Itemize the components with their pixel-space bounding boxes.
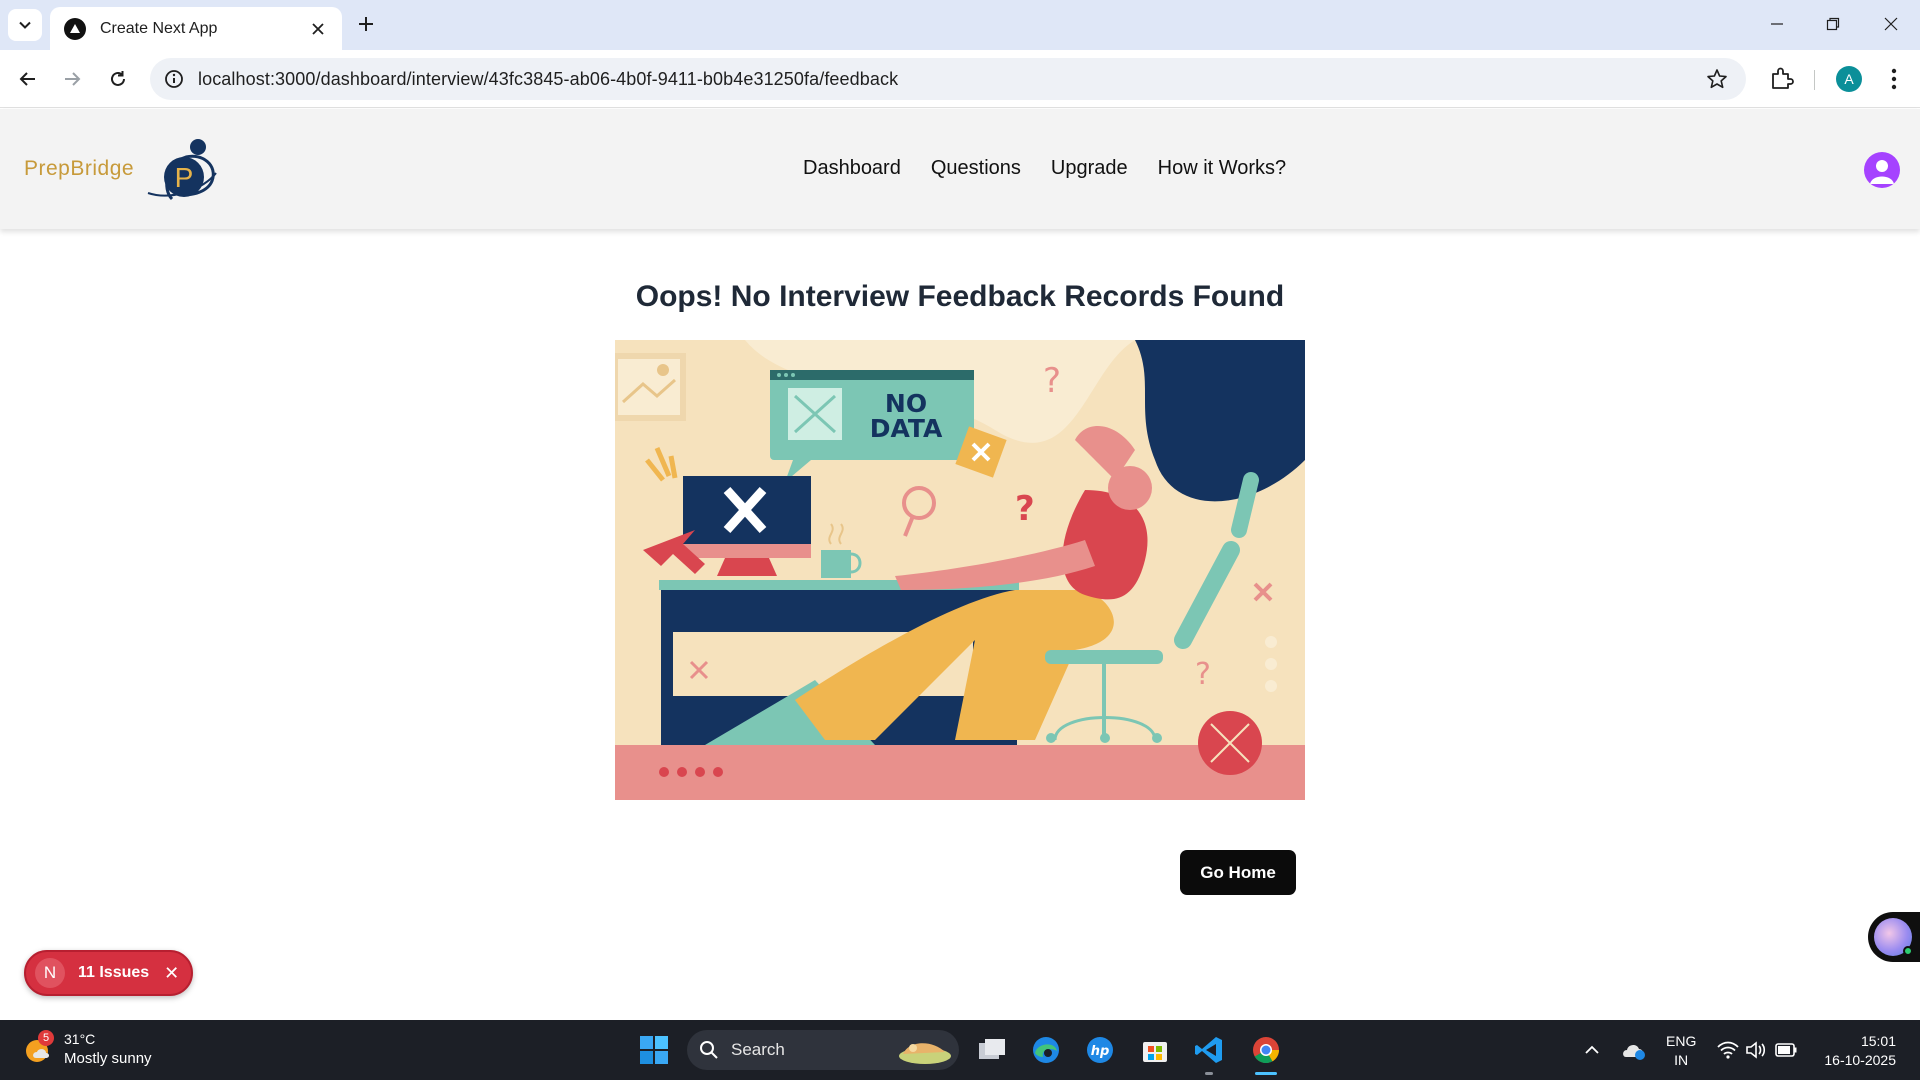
site-info-icon[interactable] (164, 69, 184, 89)
clock-time: 15:01 (1860, 1033, 1896, 1049)
weather-widget[interactable]: 5 31°C Mostly sunny (24, 1030, 152, 1068)
language-region: IN (1674, 1052, 1689, 1068)
online-status-dot (1903, 946, 1913, 956)
user-avatar-button[interactable] (1864, 152, 1900, 188)
nav-how-it-works[interactable]: How it Works? (1158, 157, 1287, 180)
no-data-illustration: NO DATA ? ? ? ? (615, 340, 1305, 800)
svg-text:?: ? (1195, 657, 1211, 692)
minimize-icon (1771, 23, 1783, 25)
vscode-icon[interactable] (1191, 1032, 1227, 1068)
language-indicator[interactable]: ENG IN (1666, 1032, 1696, 1070)
show-hidden-icons-chevron-icon[interactable] (1574, 1032, 1610, 1068)
reload-button[interactable] (102, 63, 134, 95)
close-icon (1884, 17, 1898, 31)
svg-text:P: P (175, 162, 194, 193)
browser-toolbar: localhost:3000/dashboard/interview/43fc3… (0, 50, 1920, 108)
nextjs-issues-toast[interactable]: N 11 Issues ✕ (24, 950, 193, 996)
issues-count[interactable]: 11 Issues (78, 964, 149, 982)
arrow-right-icon (65, 72, 81, 86)
nav-upgrade[interactable]: Upgrade (1051, 157, 1128, 180)
search-highlight-art-icon (899, 1043, 951, 1064)
nextjs-badge-icon: N (35, 958, 65, 988)
url-text[interactable]: localhost:3000/dashboard/interview/43fc3… (198, 69, 898, 90)
system-clock[interactable]: 15:01 16-10-2025 (1818, 1032, 1896, 1070)
windows-start-icon[interactable] (636, 1032, 672, 1068)
dismiss-issues-icon[interactable]: ✕ (164, 963, 179, 984)
go-home-button[interactable]: Go Home (1180, 850, 1296, 895)
clock-date: 16-10-2025 (1824, 1052, 1896, 1068)
taskbar-search-label: Search (731, 1040, 785, 1059)
brand-logo-link[interactable]: PrepBridge P (24, 133, 222, 205)
bookmark-star-icon[interactable] (1706, 68, 1728, 90)
browser-tabstrip: Create Next App (0, 0, 1920, 50)
address-bar[interactable]: localhost:3000/dashboard/interview/43fc3… (150, 58, 1746, 100)
weather-alert-badge: 5 (38, 1030, 54, 1046)
task-view-icon[interactable] (974, 1032, 1010, 1068)
new-tab-button[interactable] (354, 12, 378, 36)
page-title: Oops! No Interview Feedback Records Foun… (635, 280, 1285, 313)
hp-app-icon[interactable]: hp (1082, 1032, 1118, 1068)
chrome-active-indicator (1255, 1072, 1277, 1075)
search-icon (700, 1041, 718, 1059)
browser-menu-icon[interactable] (1884, 65, 1904, 93)
site-header: PrepBridge P Dashboard Questions Upgrade… (0, 109, 1920, 229)
microsoft-store-icon[interactable] (1137, 1032, 1173, 1068)
forward-button[interactable] (56, 63, 88, 95)
nav-questions[interactable]: Questions (931, 157, 1021, 180)
minimize-button[interactable] (1754, 8, 1800, 40)
plus-icon (359, 17, 373, 31)
vscode-running-indicator (1205, 1072, 1213, 1075)
tab-close-icon[interactable] (308, 19, 328, 39)
windows-taskbar: 5 31°C Mostly sunny Search hp ENG IN 15:… (0, 1020, 1920, 1080)
tab-title: Create Next App (100, 19, 218, 37)
prepbridge-logo-icon: P (147, 139, 217, 201)
browser-profile-avatar[interactable]: A (1836, 66, 1862, 92)
brand-name: PrepBridge (24, 157, 135, 180)
svg-text:?: ? (1043, 361, 1061, 401)
weather-sun-icon: 5 (24, 1030, 54, 1064)
restore-button[interactable] (1810, 8, 1856, 40)
language-code: ENG (1666, 1033, 1697, 1049)
arrow-left-icon (19, 72, 35, 86)
assistant-launcher[interactable] (1868, 912, 1920, 962)
reload-icon (111, 71, 125, 86)
taskbar-search[interactable]: Search (687, 1030, 959, 1070)
main-nav: Dashboard Questions Upgrade How it Works… (803, 157, 1286, 180)
chevron-down-icon (19, 21, 31, 29)
restore-icon (1826, 17, 1840, 31)
chrome-icon[interactable] (1248, 1032, 1284, 1068)
back-button[interactable] (12, 63, 44, 95)
svg-text:DATA: DATA (870, 414, 943, 443)
toolbar-separator (1814, 70, 1815, 90)
tab-search-button[interactable] (8, 9, 42, 41)
weather-temperature: 31°C (64, 1031, 96, 1047)
close-window-button[interactable] (1868, 8, 1914, 40)
browser-tab-active[interactable]: Create Next App (50, 7, 342, 50)
assistant-orb-icon (1874, 918, 1913, 956)
svg-text:hp: hp (1091, 1044, 1110, 1059)
edge-browser-icon[interactable] (1028, 1032, 1064, 1068)
extensions-puzzle-icon[interactable] (1768, 65, 1796, 93)
svg-text:?: ? (1015, 489, 1035, 529)
battery-icon[interactable] (1768, 1032, 1804, 1068)
nav-dashboard[interactable]: Dashboard (803, 157, 901, 180)
onedrive-sync-icon[interactable] (1616, 1032, 1652, 1068)
nextjs-favicon-icon (64, 17, 86, 40)
weather-condition: Mostly sunny (64, 1050, 152, 1067)
user-icon (1870, 160, 1894, 184)
